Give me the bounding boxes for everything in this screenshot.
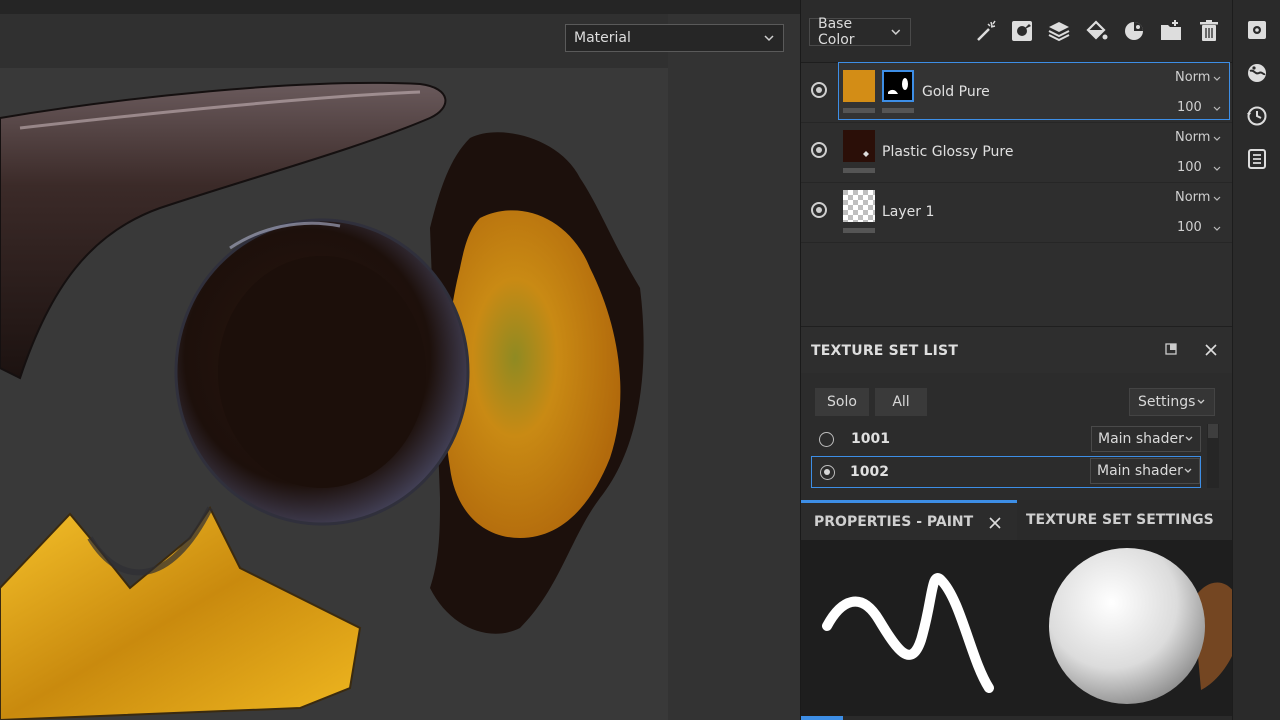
brush-stroke-preview: [822, 573, 994, 693]
environment-icon[interactable]: [1245, 61, 1269, 85]
trash-icon[interactable]: [1196, 18, 1222, 44]
settings-label: Settings: [1138, 394, 1196, 410]
fill-layer-badge-icon: [863, 151, 869, 157]
log-icon[interactable]: [1245, 147, 1269, 171]
chevron-down-icon: [1213, 166, 1221, 171]
visibility-eye-icon[interactable]: [811, 202, 827, 218]
mask-icon[interactable]: [1009, 18, 1035, 44]
blend-mode-select[interactable]: Norm: [1175, 130, 1210, 145]
texture-set-row[interactable]: 1001 Main shader: [811, 424, 1201, 456]
visibility-eye-icon[interactable]: [811, 142, 827, 158]
layer-color-thumbnail: [843, 70, 875, 102]
shader-select[interactable]: Main shader: [1091, 426, 1201, 452]
layer-row[interactable]: Layer 1 Norm 100: [801, 182, 1233, 243]
blend-mode-select[interactable]: Norm: [1175, 70, 1210, 85]
layer-thumb-bar: [843, 168, 875, 173]
shader-select-value: Main shader: [1097, 463, 1183, 479]
layer-stack-panel: Base Color Gold Pure Norm 100 Plastic Gl…: [800, 0, 1233, 326]
close-icon[interactable]: [1204, 343, 1218, 357]
texture-set-list-header: TEXTURE SET LIST: [801, 326, 1233, 373]
display-settings-icon[interactable]: [1245, 18, 1269, 42]
texture-set-list-panel: TEXTURE SET LIST Solo All Settings 1001 …: [800, 326, 1233, 500]
mask-preview-icon: [888, 78, 908, 94]
properties-tab-bar: PROPERTIES - PAINT TEXTURE SET SETTINGS: [801, 500, 1233, 540]
viewport-3d[interactable]: Material: [0, 0, 800, 720]
layer-mask-thumbnail[interactable]: [882, 70, 914, 102]
material-sphere-preview: [1049, 548, 1205, 704]
layer-name[interactable]: Plastic Glossy Pure: [882, 144, 1014, 160]
close-icon[interactable]: [988, 516, 1002, 530]
chevron-down-icon: [1213, 106, 1221, 111]
brush-preview: [822, 548, 1233, 704]
tab-label: TEXTURE SET SETTINGS: [1026, 512, 1214, 528]
opacity-value[interactable]: 100: [1177, 160, 1202, 175]
texture-set-row[interactable]: 1002 Main shader: [811, 456, 1201, 488]
panel-title: TEXTURE SET LIST: [811, 343, 959, 359]
layer-row[interactable]: Plastic Glossy Pure Norm 100: [801, 122, 1233, 183]
viewport-top-bar: [0, 0, 800, 14]
layer-thumb-bar: [843, 228, 875, 233]
layer-name[interactable]: Layer 1: [882, 204, 934, 220]
settings-dropdown[interactable]: Settings: [1129, 388, 1215, 416]
layer-color-thumbnail: [843, 130, 875, 162]
chevron-down-icon: [1184, 468, 1192, 473]
opacity-value[interactable]: 100: [1177, 220, 1202, 235]
fill-bucket-icon[interactable]: [1083, 18, 1109, 44]
chevron-down-icon: [1213, 196, 1221, 201]
shader-select[interactable]: Main shader: [1090, 458, 1200, 484]
properties-panel: PROPERTIES - PAINT TEXTURE SET SETTINGS: [800, 500, 1233, 720]
material-mode-value: Material: [574, 30, 631, 46]
viewport-side-strip: [668, 14, 800, 720]
chevron-down-icon: [1197, 399, 1205, 404]
layer-stack-icon[interactable]: [1046, 18, 1072, 44]
smart-material-icon[interactable]: [1121, 18, 1147, 44]
chevron-down-icon: [1185, 436, 1193, 441]
history-icon[interactable]: [1245, 104, 1269, 128]
solo-button[interactable]: Solo: [815, 388, 869, 416]
layer-thumb-bar: [843, 108, 875, 113]
chevron-down-icon: [1213, 76, 1221, 81]
layer-row[interactable]: Gold Pure Norm 100: [801, 62, 1233, 123]
chevron-down-icon: [1213, 136, 1221, 141]
undock-icon[interactable]: [1165, 343, 1177, 355]
magic-wand-icon[interactable]: [973, 18, 999, 44]
shader-select-value: Main shader: [1098, 431, 1184, 447]
blend-mode-select[interactable]: Norm: [1175, 190, 1210, 205]
right-sidebar: [1232, 0, 1280, 720]
channel-select-value: Base Color: [818, 16, 855, 48]
folder-add-icon[interactable]: [1158, 18, 1184, 44]
mask-thumb-bar: [882, 108, 914, 113]
layer-name[interactable]: Gold Pure: [922, 84, 990, 100]
texture-set-radio[interactable]: [820, 465, 835, 480]
uv-canvas[interactable]: [0, 68, 668, 720]
opacity-value[interactable]: 100: [1177, 100, 1202, 115]
tab-properties-paint[interactable]: PROPERTIES - PAINT: [801, 500, 1017, 540]
texture-set-radio[interactable]: [819, 432, 834, 447]
tab-texture-set-settings[interactable]: TEXTURE SET SETTINGS: [1017, 500, 1242, 540]
properties-progress: [801, 716, 1233, 720]
texture-set-name: 1002: [850, 464, 889, 480]
mesh-render: [0, 81, 644, 720]
texture-set-name: 1001: [851, 431, 890, 447]
tab-label: PROPERTIES - PAINT: [814, 513, 974, 530]
layer-transparent-thumbnail: [843, 190, 875, 222]
layer-toolbar: Base Color: [801, 0, 1233, 63]
chevron-down-icon: [1213, 226, 1221, 231]
visibility-eye-icon[interactable]: [811, 82, 827, 98]
scrollbar-thumb[interactable]: [1208, 424, 1218, 438]
chevron-down-icon: [891, 29, 901, 35]
chevron-down-icon: [764, 35, 774, 42]
texture-set-scrollbar[interactable]: [1207, 424, 1219, 488]
material-mode-select[interactable]: Material: [565, 24, 784, 52]
brush-preview-area: [801, 540, 1233, 720]
progress-fill: [801, 716, 843, 720]
channel-select[interactable]: Base Color: [809, 16, 911, 48]
all-button[interactable]: All: [875, 388, 927, 416]
